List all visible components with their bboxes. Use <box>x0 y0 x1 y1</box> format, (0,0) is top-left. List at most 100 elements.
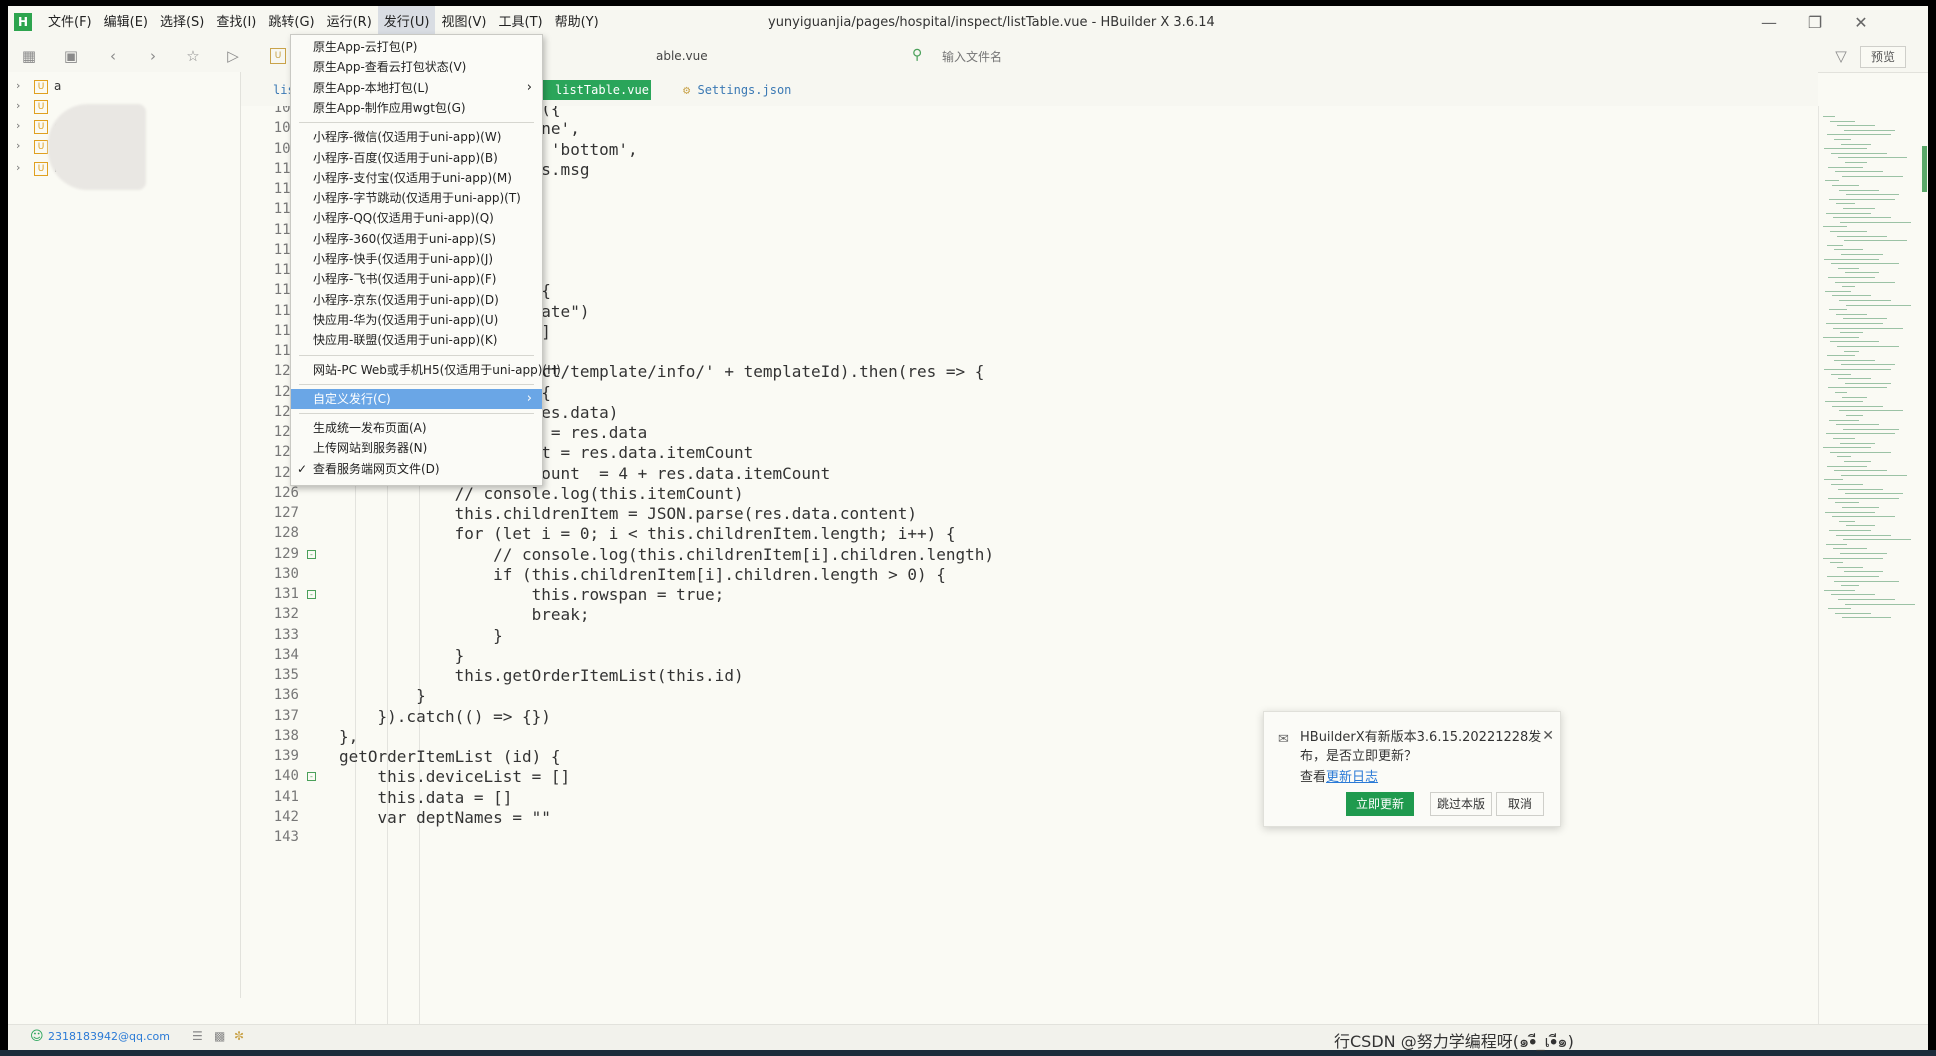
minimap-line <box>1842 507 1879 508</box>
csdn-watermark: 行CSDN @努力学编程呀(๑•ี_เ•ี๑) <box>1334 1032 1574 1051</box>
account-email[interactable]: 2318183942@qq.com <box>48 1030 170 1043</box>
menu-item[interactable]: 编辑(E) <box>98 6 154 40</box>
new-file-icon[interactable]: ▦ <box>20 47 38 65</box>
publish-menu-item[interactable]: 上传网站到服务器(N) <box>291 438 542 458</box>
close-window-icon[interactable]: ✕ <box>1838 6 1884 40</box>
line-number: 143 <box>273 829 299 845</box>
publish-menu-item[interactable]: 原生App-制作应用wgt包(G) <box>291 98 542 118</box>
terminal-icon[interactable]: ▩ <box>214 1029 225 1043</box>
update-message: HBuilderX有新版本3.6.15.20221228发布，是否立即更新？ <box>1300 730 1542 764</box>
comment-icon: ✉ <box>1278 732 1289 747</box>
code-line[interactable] <box>339 825 1599 850</box>
minimap-line <box>1830 562 1843 564</box>
publish-menu-item[interactable]: 小程序-快手(仅适用于uni-app)(J) <box>291 249 542 269</box>
minimap-line <box>1830 231 1867 232</box>
publish-menu-item[interactable]: 小程序-字节跳动(仅适用于uni-app)(T) <box>291 188 542 208</box>
update-now-button[interactable]: 立即更新 <box>1346 792 1414 816</box>
forward-icon[interactable]: › <box>144 47 162 65</box>
minimap-line <box>1832 185 1859 186</box>
publish-menu-item[interactable]: 快应用-华为(仅适用于uni-app)(U) <box>291 310 542 330</box>
publish-menu-item[interactable]: 快应用-联盟(仅适用于uni-app)(K) <box>291 330 542 350</box>
publish-menu-label: 快应用-华为(仅适用于uni-app)(U) <box>313 312 499 327</box>
minimap-line <box>1831 152 1887 154</box>
minimap-line <box>1846 525 1875 527</box>
plugin-icon[interactable]: ✼ <box>234 1029 244 1043</box>
publish-menu-item[interactable]: 小程序-360(仅适用于uni-app)(S) <box>291 229 542 249</box>
publish-menu-item[interactable]: 小程序-京东(仅适用于uni-app)(D) <box>291 290 542 310</box>
list-icon[interactable]: ☰ <box>192 1029 203 1043</box>
minimap-line <box>1823 447 1871 449</box>
publish-menu-label: 小程序-快手(仅适用于uni-app)(J) <box>313 252 494 266</box>
publish-menu-label: 自定义发行(C) <box>313 391 391 406</box>
minimap-line <box>1830 341 1879 343</box>
menu-separator <box>299 354 534 356</box>
minimap-line <box>1825 290 1851 292</box>
minimap-line <box>1840 221 1911 223</box>
file-search[interactable]: ⚲ <box>908 44 1428 68</box>
publish-menu-item[interactable]: 小程序-支付宝(仅适用于uni-app)(M) <box>291 168 542 188</box>
window-title: yunyiguanjia/pages/hospital/inspect/list… <box>768 15 1215 30</box>
chevron-right-icon[interactable]: › <box>16 156 20 180</box>
minimap-line <box>1842 286 1855 288</box>
favorite-star-icon[interactable]: ☆ <box>184 47 202 65</box>
minimap-line <box>1830 451 1891 453</box>
minimap-line <box>1824 479 1843 481</box>
tab-settings-json[interactable]: ⚙ Settings.json <box>671 80 803 100</box>
hbuilder-logo-icon: H <box>14 13 32 31</box>
filter-icon[interactable]: ▽ <box>1832 47 1850 65</box>
cancel-update-button[interactable]: 取消 <box>1496 792 1544 816</box>
menu-item[interactable]: 查找(I) <box>210 6 262 40</box>
publish-menu-item[interactable]: 网站-PC Web或手机H5(仅适用于uni-app)(H) <box>291 360 561 380</box>
minimap-line <box>1844 240 1907 242</box>
close-notification-icon[interactable]: ✕ <box>1542 728 1554 744</box>
publish-menu-item[interactable]: 原生App-本地打包(L) › <box>291 78 542 98</box>
publish-menu-item[interactable]: ✓ 查看服务端网页文件(D) <box>291 459 542 479</box>
back-icon[interactable]: ‹ <box>104 47 122 65</box>
save-icon[interactable]: ▣ <box>62 47 80 65</box>
changelog-link[interactable]: 更新日志 <box>1326 770 1378 785</box>
breadcrumb-file[interactable]: able.vue <box>656 40 708 72</box>
minimap-line <box>1829 530 1871 531</box>
tab-listtable-vue[interactable]: listTable.vue <box>543 80 651 100</box>
minimap-line <box>1831 263 1899 265</box>
minimap-line <box>1841 364 1895 366</box>
minimap-scroll-thumb[interactable] <box>1922 146 1927 192</box>
publish-menu-item[interactable]: 自定义发行(C) › <box>291 388 542 409</box>
publish-menu-item[interactable]: 小程序-微信(仅适用于uni-app)(W) <box>291 127 542 147</box>
publish-menu-label: 小程序-飞书(仅适用于uni-app)(F) <box>313 272 497 287</box>
publish-menu-item[interactable]: 小程序-飞书(仅适用于uni-app)(F) <box>291 269 542 289</box>
minimap-line <box>1840 442 1875 444</box>
file-search-input[interactable] <box>940 46 1404 68</box>
restore-icon[interactable]: ❐ <box>1792 6 1838 40</box>
minimap[interactable] <box>1818 106 1928 1024</box>
menu-item[interactable]: 帮助(Y) <box>549 6 605 40</box>
publish-menu-item[interactable]: 生成统一发布页面(A) <box>291 418 542 438</box>
menu-separator <box>299 413 534 415</box>
minimize-icon[interactable]: — <box>1746 6 1792 40</box>
publish-menu-item[interactable]: 小程序-QQ(仅适用于uni-app)(Q) <box>291 208 542 228</box>
menu-item[interactable]: 文件(F) <box>42 6 98 40</box>
fold-toggle-icon[interactable]: - <box>307 772 316 782</box>
run-icon[interactable]: ▷ <box>224 47 242 65</box>
minimap-line <box>1843 428 1899 430</box>
minimap-line <box>1841 143 1871 145</box>
publish-menu-label: 小程序-百度(仅适用于uni-app)(B) <box>313 150 498 165</box>
preview-button[interactable]: 预览 <box>1860 46 1906 68</box>
skip-version-button[interactable]: 跳过本版 <box>1430 792 1492 816</box>
submenu-arrow-icon: › <box>526 79 532 95</box>
publish-menu-label: 小程序-支付宝(仅适用于uni-app)(M) <box>313 170 512 185</box>
chevron-right-icon[interactable]: › <box>16 134 20 158</box>
settings-gear-icon: ⚙ <box>683 83 691 97</box>
publish-menu-item[interactable]: 小程序-百度(仅适用于uni-app)(B) <box>291 148 542 168</box>
menu-item[interactable]: 选择(S) <box>154 6 210 40</box>
minimap-line <box>1828 497 1899 499</box>
publish-menu-item[interactable]: 原生App-查看云打包状态(V) <box>291 57 542 77</box>
fold-toggle-icon[interactable]: - <box>307 549 316 559</box>
project-sidebar: ›Ua›U›Ue›Un›Umoblie-test ▤ ★ ⚲ ⚙ <box>8 72 241 998</box>
publish-menu-label: 原生App-查看云打包状态(V) <box>313 60 467 75</box>
publish-menu-item[interactable]: 原生App-云打包(P) <box>291 37 542 57</box>
changelog-prefix: 查看 <box>1300 770 1327 785</box>
publish-menu-label: 小程序-京东(仅适用于uni-app)(D) <box>313 292 499 307</box>
fold-toggle-icon[interactable]: - <box>307 590 316 599</box>
publish-menu-label: 小程序-字节跳动(仅适用于uni-app)(T) <box>313 191 521 206</box>
